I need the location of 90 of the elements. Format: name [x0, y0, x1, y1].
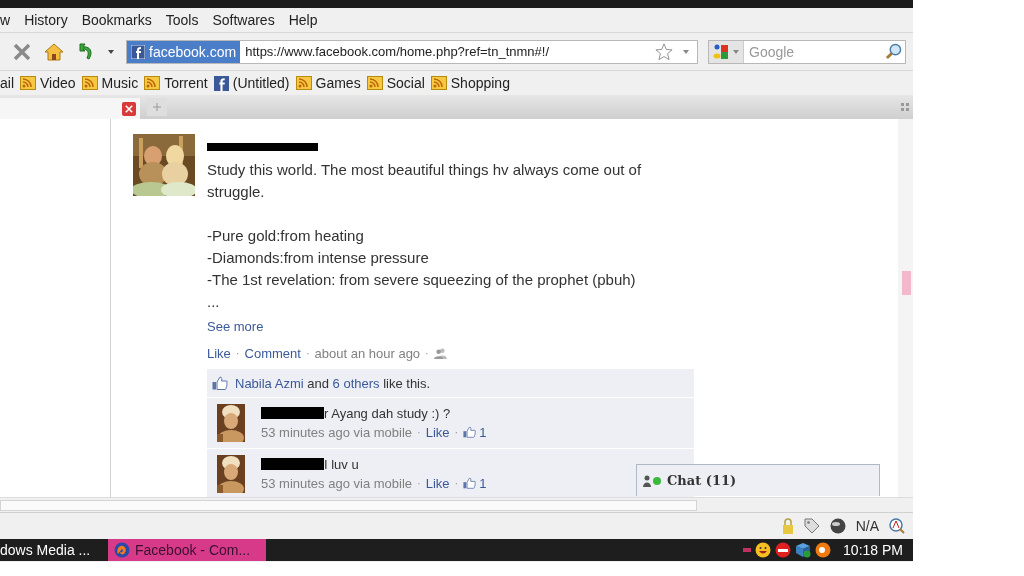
post-text: ...	[207, 293, 220, 310]
menu-item[interactable]: Help	[288, 12, 318, 28]
lock-icon	[781, 518, 794, 534]
close-icon[interactable]	[122, 101, 136, 116]
comment-time: 53 minutes ago via mobile	[261, 424, 413, 440]
separator-dot: ·	[454, 477, 459, 489]
comment-text: r Ayang dah study :) ?	[324, 405, 451, 421]
redacted-name	[261, 458, 324, 470]
separator-dot: ·	[425, 347, 429, 359]
search-icon[interactable]	[885, 43, 902, 60]
taskbar-button[interactable]: dows Media ...	[0, 539, 104, 561]
tag-icon	[803, 518, 820, 534]
search-bar[interactable]: Google	[708, 39, 906, 64]
others-link[interactable]: 6 others	[332, 375, 380, 391]
feed-folder-icon	[295, 75, 312, 91]
feed-folder-icon	[81, 75, 98, 91]
bookmark-item[interactable]: Torrent	[144, 75, 208, 91]
feed-folder-icon	[430, 75, 447, 91]
bookmark-item[interactable]: Social	[366, 75, 425, 91]
address-field[interactable]: facebook.com https://www.facebook.com/home.php?ref=tn_tnmn#!/	[126, 39, 698, 64]
stop-icon[interactable]	[12, 41, 32, 62]
home-icon[interactable]	[44, 41, 64, 62]
separator-dot: ·	[454, 426, 459, 438]
bookmark-item[interactable]: Music	[81, 75, 139, 91]
redacted-name	[261, 407, 324, 419]
menu-item[interactable]: Softwares	[212, 12, 275, 28]
comment-time: 53 minutes ago via mobile	[261, 475, 413, 491]
likes-sentence: Nabila Azmi and 6 others like this.	[235, 375, 431, 391]
url-text: https://www.facebook.com/home.php?ref=tn_tnmn#!/	[244, 44, 551, 59]
browser-icon	[114, 542, 130, 558]
liker-link[interactable]: Nabila Azmi	[235, 375, 304, 391]
caret-icon[interactable]	[108, 49, 114, 54]
separator-dot: ·	[417, 426, 421, 438]
like-link[interactable]: Like	[425, 475, 450, 491]
chat-label: Chat (11)	[667, 473, 737, 488]
bookmark-item[interactable]: Games	[295, 75, 361, 91]
like-count[interactable]: 1	[479, 475, 487, 491]
menu-item[interactable]: Bookmarks	[81, 12, 152, 28]
search-engine-icon[interactable]	[713, 43, 729, 60]
facebook-icon	[213, 75, 229, 91]
scrollbar-thumb[interactable]	[0, 500, 697, 511]
action-link[interactable]: Comment	[244, 345, 301, 361]
like-count[interactable]: 1	[479, 424, 487, 440]
see-more-link[interactable]: See more	[207, 319, 264, 334]
bookmark-item[interactable]: Video	[20, 75, 76, 91]
disc-icon	[829, 518, 846, 534]
clock: 10:18 PM	[843, 542, 903, 558]
post-text: -Diamonds:from intense pressure	[207, 249, 429, 266]
spellcheck-icon[interactable]	[889, 518, 905, 534]
browser-tab[interactable]	[0, 98, 140, 119]
separator-dot: ·	[235, 347, 240, 359]
separator-dot: ·	[305, 347, 310, 359]
chat-tab[interactable]: Chat (11)	[636, 464, 880, 496]
like-link[interactable]: Like	[425, 424, 450, 440]
ring-icon	[815, 542, 832, 558]
status-reading: N/A	[855, 518, 879, 534]
feed-folder-icon	[20, 75, 36, 91]
no-entry-icon	[775, 542, 792, 558]
smiley-icon	[755, 542, 772, 558]
comment-text: I luv u	[324, 456, 359, 472]
thumbs-up-icon	[212, 376, 228, 390]
post-text: -Pure gold:from heating	[207, 227, 364, 244]
separator-dot: ·	[417, 477, 421, 489]
feed-folder-icon	[366, 75, 383, 91]
bookmark-item[interactable]: ail	[0, 75, 14, 91]
menu-item[interactable]: Tools	[165, 12, 199, 28]
facebook-icon	[131, 44, 145, 59]
taskbar-button[interactable]: Facebook - Com...	[108, 539, 266, 561]
menu-item[interactable]: History	[24, 12, 68, 28]
box-icon	[795, 542, 812, 558]
thumbs-up-icon	[463, 426, 477, 438]
tray-icon	[743, 548, 752, 552]
scrollbar-thumb[interactable]	[902, 271, 911, 295]
feed-folder-icon	[144, 75, 161, 91]
post-text: -The 1st revelation: from severe squeezing of the prophet (pbuh)	[207, 271, 636, 288]
online-user-icon	[643, 474, 663, 487]
star-icon[interactable]	[655, 42, 673, 61]
thumbs-up-icon	[463, 477, 477, 489]
bookmark-item[interactable]: (Untitled)	[213, 75, 290, 91]
post-text: Study this world. The most beautiful things hv always come out of struggle.	[207, 161, 642, 200]
post-time: about an hour ago	[314, 345, 421, 361]
bookmark-item[interactable]: Shopping	[430, 75, 510, 91]
identity-label: facebook.com	[149, 43, 237, 60]
action-link[interactable]: Like	[207, 345, 231, 361]
menu-item[interactable]: w	[0, 12, 11, 28]
vertical-scrollbar[interactable]	[898, 119, 913, 497]
grid-icon[interactable]	[901, 103, 909, 111]
horizontal-scrollbar[interactable]	[0, 497, 913, 512]
people-icon	[433, 347, 447, 359]
site-identity-button[interactable]: facebook.com	[127, 40, 241, 63]
